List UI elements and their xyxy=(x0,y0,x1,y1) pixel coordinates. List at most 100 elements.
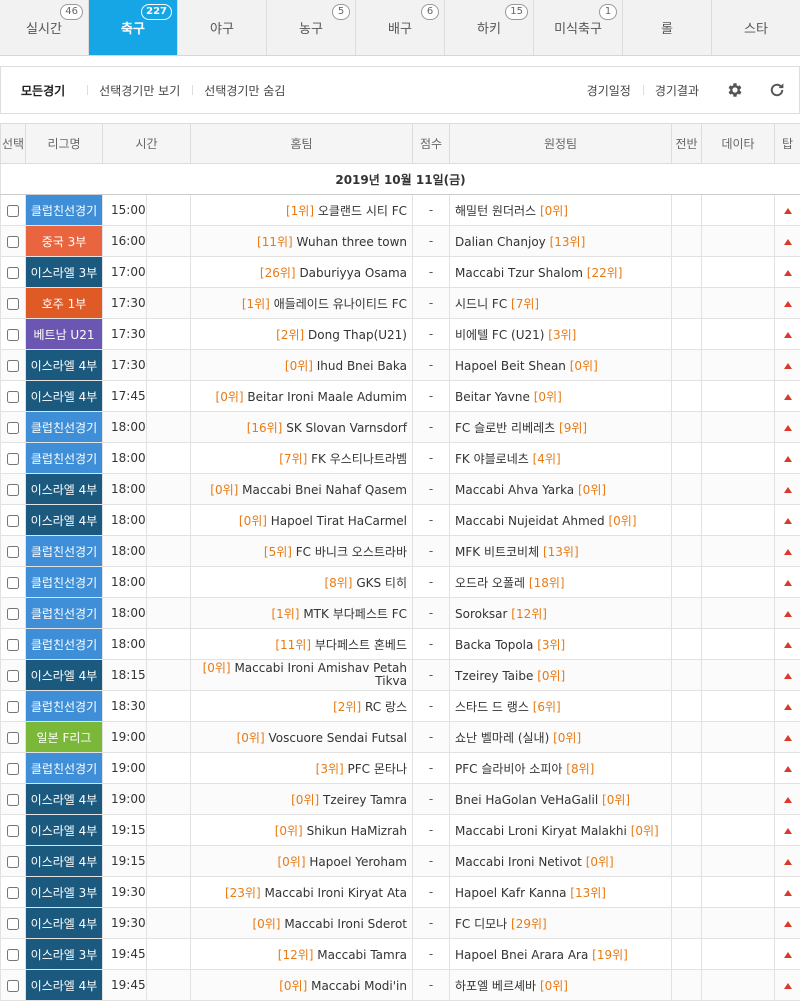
home-team-cell[interactable]: [1위] 애들레이드 유나이티드 FC xyxy=(191,288,413,319)
tip-cell[interactable] xyxy=(775,784,800,815)
select-checkbox[interactable] xyxy=(7,763,19,775)
league-badge[interactable]: 이스라엘 4부 xyxy=(26,908,103,939)
tip-cell[interactable] xyxy=(775,939,800,970)
league-badge[interactable]: 이스라엘 4부 xyxy=(26,660,103,691)
select-checkbox[interactable] xyxy=(7,577,19,589)
league-badge[interactable]: 이스라엘 4부 xyxy=(26,815,103,846)
match-row[interactable]: 클럽친선경기18:00[11위] 부다페스트 혼베드-Backa Topola … xyxy=(1,629,800,660)
league-badge[interactable]: 클럽친선경기 xyxy=(26,195,103,226)
tip-cell[interactable] xyxy=(775,877,800,908)
home-team-cell[interactable]: [0위] Hapoel Yeroham xyxy=(191,846,413,877)
schedule-link[interactable]: 경기일정 xyxy=(575,82,643,99)
away-team-cell[interactable]: 하포엘 베르셰바 [0위] xyxy=(450,970,672,1001)
results-link[interactable]: 경기결과 xyxy=(643,82,715,99)
tip-cell[interactable] xyxy=(775,629,800,660)
home-team-cell[interactable]: [8위] GKS 티히 xyxy=(191,567,413,598)
match-row[interactable]: 이스라엘 4부19:15[0위] Hapoel Yeroham-Maccabi … xyxy=(1,846,800,877)
away-team-cell[interactable]: Tzeirey Taibe [0위] xyxy=(450,660,672,691)
match-row[interactable]: 클럽친선경기19:00[3위] PFC 몬타나-PFC 슬라비아 소피아 [8위… xyxy=(1,753,800,784)
away-team-cell[interactable]: 쇼난 벨마레 (실내) [0위] xyxy=(450,722,672,753)
tip-cell[interactable] xyxy=(775,815,800,846)
home-team-cell[interactable]: [0위] Maccabi Ironi Amishav Petah Tikva xyxy=(191,660,413,691)
away-team-cell[interactable]: MFK 비트코비체 [13위] xyxy=(450,536,672,567)
league-badge[interactable]: 베트남 U21 xyxy=(26,319,103,350)
away-team-cell[interactable]: Hapoel Beit Shean [0위] xyxy=(450,350,672,381)
away-team-cell[interactable]: Dalian Chanjoy [13위] xyxy=(450,226,672,257)
tip-cell[interactable] xyxy=(775,722,800,753)
select-checkbox[interactable] xyxy=(7,205,19,217)
select-checkbox[interactable] xyxy=(7,236,19,248)
match-row[interactable]: 이스라엘 4부18:00[0위] Hapoel Tirat HaCarmel-M… xyxy=(1,505,800,536)
select-checkbox[interactable] xyxy=(7,329,19,341)
tip-cell[interactable] xyxy=(775,257,800,288)
league-badge[interactable]: 이스라엘 3부 xyxy=(26,939,103,970)
tab-5[interactable]: 하키15 xyxy=(445,0,534,55)
away-team-cell[interactable]: FK 야블로네츠 [4위] xyxy=(450,443,672,474)
tip-cell[interactable] xyxy=(775,226,800,257)
select-checkbox[interactable] xyxy=(7,546,19,558)
tip-cell[interactable] xyxy=(775,412,800,443)
settings-button[interactable] xyxy=(715,81,755,99)
tip-cell[interactable] xyxy=(775,598,800,629)
select-checkbox[interactable] xyxy=(7,825,19,837)
tab-3[interactable]: 농구5 xyxy=(267,0,356,55)
away-team-cell[interactable]: Maccabi Tzur Shalom [22위] xyxy=(450,257,672,288)
home-team-cell[interactable]: [11위] Wuhan three town xyxy=(191,226,413,257)
match-row[interactable]: 호주 1부17:30[1위] 애들레이드 유나이티드 FC-시드니 FC [7위… xyxy=(1,288,800,319)
match-row[interactable]: 이스라엘 4부19:30[0위] Maccabi Ironi Sderot-FC… xyxy=(1,908,800,939)
home-team-cell[interactable]: [1위] 오클랜드 시티 FC xyxy=(191,195,413,226)
select-checkbox[interactable] xyxy=(7,980,19,992)
away-team-cell[interactable]: Beitar Yavne [0위] xyxy=(450,381,672,412)
select-checkbox[interactable] xyxy=(7,453,19,465)
select-checkbox[interactable] xyxy=(7,608,19,620)
select-checkbox[interactable] xyxy=(7,639,19,651)
match-row[interactable]: 이스라엘 4부19:45[0위] Maccabi Modi'in-하포엘 베르셰… xyxy=(1,970,800,1001)
home-team-cell[interactable]: [0위] Shikun HaMizrah xyxy=(191,815,413,846)
away-team-cell[interactable]: Maccabi Ahva Yarka [0위] xyxy=(450,474,672,505)
match-row[interactable]: 이스라엘 3부19:30[23위] Maccabi Ironi Kiryat A… xyxy=(1,877,800,908)
select-checkbox[interactable] xyxy=(7,949,19,961)
tip-cell[interactable] xyxy=(775,195,800,226)
away-team-cell[interactable]: Maccabi Lroni Kiryat Malakhi [0위] xyxy=(450,815,672,846)
league-badge[interactable]: 이스라엘 4부 xyxy=(26,350,103,381)
match-row[interactable]: 이스라엘 3부19:45[12위] Maccabi Tamra-Hapoel B… xyxy=(1,939,800,970)
tip-cell[interactable] xyxy=(775,350,800,381)
league-badge[interactable]: 이스라엘 4부 xyxy=(26,381,103,412)
match-row[interactable]: 이스라엘 4부17:45[0위] Beitar Ironi Maale Adum… xyxy=(1,381,800,412)
match-row[interactable]: 이스라엘 4부17:30[0위] Ihud Bnei Baka-Hapoel B… xyxy=(1,350,800,381)
home-team-cell[interactable]: [0위] Voscuore Sendai Futsal xyxy=(191,722,413,753)
match-row[interactable]: 클럽친선경기18:30[2위] RC 랑스-스타드 드 랭스 [6위] xyxy=(1,691,800,722)
tip-cell[interactable] xyxy=(775,536,800,567)
tip-cell[interactable] xyxy=(775,660,800,691)
tab-0[interactable]: 실시간46 xyxy=(0,0,89,55)
home-team-cell[interactable]: [2위] Dong Thap(U21) xyxy=(191,319,413,350)
away-team-cell[interactable]: FC 슬로반 리베레츠 [9위] xyxy=(450,412,672,443)
tab-8[interactable]: 스타 xyxy=(712,0,800,55)
home-team-cell[interactable]: [11위] 부다페스트 혼베드 xyxy=(191,629,413,660)
match-row[interactable]: 이스라엘 4부19:00[0위] Tzeirey Tamra-Bnei HaGo… xyxy=(1,784,800,815)
select-checkbox[interactable] xyxy=(7,918,19,930)
match-row[interactable]: 중국 3부16:00[11위] Wuhan three town-Dalian … xyxy=(1,226,800,257)
select-checkbox[interactable] xyxy=(7,422,19,434)
match-row[interactable]: 클럽친선경기18:00[16위] SK Slovan Varnsdorf-FC … xyxy=(1,412,800,443)
league-badge[interactable]: 중국 3부 xyxy=(26,226,103,257)
match-row[interactable]: 일본 F리그19:00[0위] Voscuore Sendai Futsal-쇼… xyxy=(1,722,800,753)
away-team-cell[interactable]: 시드니 FC [7위] xyxy=(450,288,672,319)
home-team-cell[interactable]: [26위] Daburiyya Osama xyxy=(191,257,413,288)
select-checkbox[interactable] xyxy=(7,484,19,496)
league-badge[interactable]: 이스라엘 4부 xyxy=(26,474,103,505)
home-team-cell[interactable]: [0위] Maccabi Ironi Sderot xyxy=(191,908,413,939)
tab-4[interactable]: 배구6 xyxy=(356,0,445,55)
match-row[interactable]: 이스라엘 3부17:00[26위] Daburiyya Osama-Maccab… xyxy=(1,257,800,288)
select-checkbox[interactable] xyxy=(7,856,19,868)
league-badge[interactable]: 이스라엘 4부 xyxy=(26,784,103,815)
tip-cell[interactable] xyxy=(775,319,800,350)
match-row[interactable]: 이스라엘 4부19:15[0위] Shikun HaMizrah-Maccabi… xyxy=(1,815,800,846)
away-team-cell[interactable]: 해밀턴 원더러스 [0위] xyxy=(450,195,672,226)
tab-7[interactable]: 롤 xyxy=(623,0,712,55)
tip-cell[interactable] xyxy=(775,505,800,536)
home-team-cell[interactable]: [0위] Beitar Ironi Maale Adumim xyxy=(191,381,413,412)
league-badge[interactable]: 이스라엘 3부 xyxy=(26,257,103,288)
tab-1[interactable]: 축구227 xyxy=(89,0,178,55)
home-team-cell[interactable]: [12위] Maccabi Tamra xyxy=(191,939,413,970)
